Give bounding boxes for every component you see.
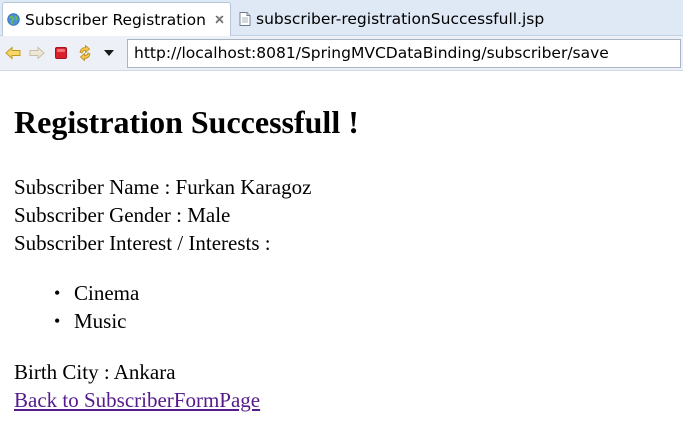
editor-tab-strip: Subscriber Registration subscriber-regis… <box>0 0 683 36</box>
subscriber-name-text: Subscriber Name : Furkan Karagoz <box>14 175 312 199</box>
url-input[interactable]: http://localhost:8081/SpringMVCDataBindi… <box>127 39 681 68</box>
tab-label: subscriber-registrationSuccessfull.jsp <box>256 10 545 28</box>
bullet-icon: • <box>54 283 61 303</box>
close-icon[interactable] <box>214 14 226 26</box>
tab-jsp-file[interactable]: subscriber-registrationSuccessfull.jsp <box>237 2 544 36</box>
page-title: Registration Successfull ! <box>14 104 359 140</box>
subscriber-interests-label: Subscriber Interest / Interests : <box>14 231 271 255</box>
tab-subscriber-registration[interactable]: Subscriber Registration <box>2 2 231 36</box>
refresh-icon <box>79 45 91 61</box>
refresh-button[interactable] <box>76 44 94 62</box>
interests-list: • Cinema • Music <box>54 279 139 335</box>
interest-label: Music <box>74 309 127 333</box>
birth-city-text: Birth City : Ankara <box>14 360 176 384</box>
menu-dropdown-icon <box>104 50 114 56</box>
browser-toolbar: http://localhost:8081/SpringMVCDataBindi… <box>0 36 683 71</box>
stop-icon <box>55 47 67 59</box>
forward-icon <box>29 46 45 60</box>
list-item: • Music <box>54 307 139 335</box>
list-item: • Cinema <box>54 279 139 307</box>
back-button[interactable] <box>4 44 22 62</box>
interest-label: Cinema <box>74 281 140 305</box>
forward-button[interactable] <box>28 44 46 62</box>
subscriber-gender-text: Subscriber Gender : Male <box>14 203 231 227</box>
tab-label: Subscriber Registration <box>25 10 206 29</box>
page-icon <box>239 12 251 26</box>
stop-button[interactable] <box>52 44 70 62</box>
back-icon <box>5 46 21 60</box>
back-to-form-link[interactable]: Back to SubscriberFormPage <box>14 386 260 414</box>
globe-icon <box>7 13 20 26</box>
bullet-icon: • <box>54 311 61 331</box>
navigation-menu-button[interactable] <box>100 44 118 62</box>
